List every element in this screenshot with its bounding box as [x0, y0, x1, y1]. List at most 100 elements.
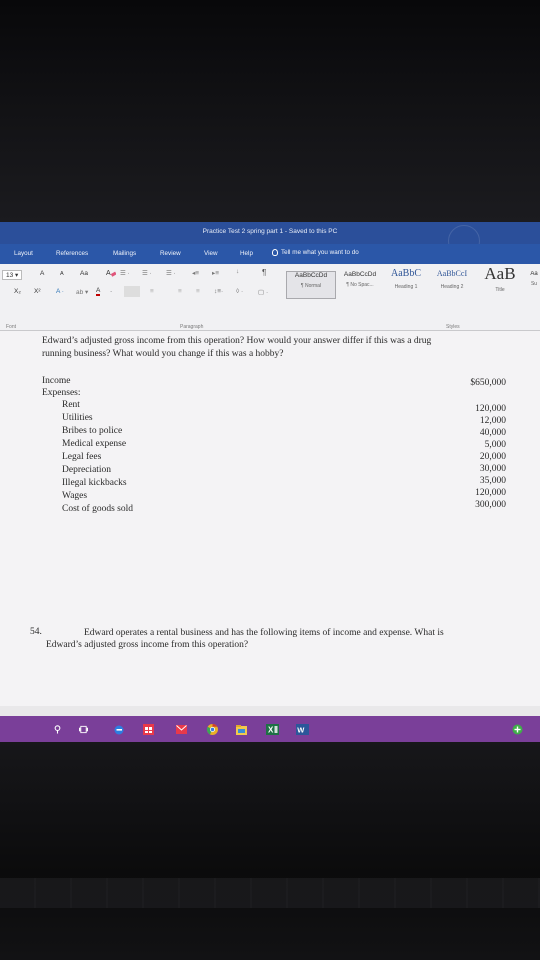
borders-icon[interactable]: ▢ ·: [258, 288, 268, 296]
subscript-button[interactable]: X₂: [14, 288, 21, 295]
style-title-name: Title: [495, 287, 505, 293]
style-subtitle[interactable]: Aa Su: [526, 271, 540, 297]
show-formatting-icon[interactable]: ¶: [262, 268, 266, 277]
align-left-icon[interactable]: [124, 286, 140, 297]
background-top: [0, 0, 540, 222]
styles-group-label: Styles: [446, 324, 460, 330]
font-color-icon[interactable]: A: [96, 287, 101, 296]
expense-value: 120,000: [475, 404, 506, 414]
search-icon[interactable]: [53, 725, 62, 734]
document-page[interactable]: Edward’s adjusted gross income from this…: [0, 331, 540, 706]
numbering-icon[interactable]: ☰ ·: [142, 269, 152, 277]
expense-value: 5,000: [484, 440, 506, 450]
expense-value: 300,000: [475, 500, 506, 510]
change-case-button[interactable]: Aa: [80, 270, 88, 277]
style-title-sample: AaB: [484, 264, 516, 283]
tab-layout[interactable]: Layout: [14, 250, 33, 257]
expense-label: Bribes to police: [62, 426, 123, 436]
question-54-number: 54.: [30, 627, 42, 637]
income-value: $650,000: [470, 378, 506, 388]
income-label: Income: [42, 376, 71, 386]
expense-label: Wages: [62, 491, 88, 501]
bullets-icon[interactable]: ☰ ·: [120, 269, 130, 277]
task-view-icon[interactable]: [78, 725, 89, 734]
expense-value: 30,000: [479, 464, 506, 474]
expense-label: Utilities: [62, 413, 93, 423]
justify-icon[interactable]: ≡: [196, 288, 200, 295]
edge-icon[interactable]: [114, 725, 124, 735]
tab-references[interactable]: References: [56, 250, 88, 257]
tell-me-box[interactable]: Tell me what you want to do: [272, 249, 359, 256]
chrome-icon[interactable]: [207, 724, 218, 735]
taskbar: X W: [0, 716, 540, 742]
line-spacing-icon[interactable]: ↕≡·: [214, 288, 223, 295]
background-bottom: [0, 742, 540, 960]
excel-icon[interactable]: X: [266, 724, 279, 735]
tell-me-placeholder: Tell me what you want to do: [281, 249, 359, 256]
align-right-icon[interactable]: ≡: [178, 288, 182, 295]
expense-label: Rent: [62, 400, 80, 410]
highlight-icon[interactable]: ab ▾: [76, 288, 88, 296]
superscript-button[interactable]: X²: [34, 288, 41, 295]
style-heading-2[interactable]: AaBbCcI Heading 2: [430, 269, 474, 295]
expense-label: Legal fees: [62, 452, 102, 462]
style-normal[interactable]: AaBbCcDd ¶ Normal: [286, 271, 336, 299]
style-heading-1[interactable]: AaBbC Heading 1: [384, 268, 428, 294]
tab-view[interactable]: View: [204, 250, 218, 257]
style-heading-2-name: Heading 2: [440, 284, 464, 290]
expense-label: Medical expense: [62, 439, 127, 449]
grow-font-button[interactable]: A: [40, 270, 44, 277]
shading-icon[interactable]: ◊ ·: [236, 288, 243, 295]
style-title[interactable]: AaB Title: [478, 264, 522, 293]
font-size-select[interactable]: 13 ▾: [2, 270, 23, 280]
style-heading-2-sample: AaBbCcI: [436, 269, 468, 278]
multilevel-list-icon[interactable]: ☰ ·: [166, 269, 176, 277]
question-54-line-1: Edward operates a rental business and ha…: [84, 628, 444, 638]
align-center-icon[interactable]: ≡: [150, 288, 154, 295]
expense-label: Depreciation: [62, 465, 112, 475]
font-group-label: Font: [6, 324, 17, 330]
expense-value: 12,000: [479, 416, 506, 426]
svg-text:X: X: [268, 726, 274, 735]
expense-value: 40,000: [479, 428, 506, 438]
question-line-1: Edward’s adjusted gross income from this…: [42, 336, 432, 346]
tab-review[interactable]: Review: [160, 250, 181, 257]
text-effects-icon[interactable]: A ·: [56, 288, 64, 295]
font-color-dropdown-icon[interactable]: ·: [110, 288, 112, 295]
tab-mailings[interactable]: Mailings: [113, 250, 136, 257]
shrink-font-button[interactable]: A: [60, 271, 64, 277]
style-subtitle-sample: Aa: [530, 271, 538, 277]
ribbon: 13 ▾ A A Aa A ☰ · ☰ · ☰ · ◂≡ ▸≡ ↓ ¶ X₂ X…: [0, 264, 540, 331]
question-54-line-2: Edward’s adjusted gross income from this…: [46, 640, 249, 650]
word-icon[interactable]: W: [296, 724, 309, 735]
title-bar: Practice Test 2 spring part 1 - Saved to…: [0, 222, 540, 257]
style-heading-1-name: Heading 1: [394, 284, 418, 290]
sort-icon[interactable]: ↓: [236, 268, 239, 275]
mail-icon[interactable]: [176, 725, 187, 734]
style-normal-sample: AaBbCcDd: [294, 272, 328, 279]
add-icon[interactable]: [512, 724, 523, 735]
paragraph-group-label: Paragraph: [180, 324, 204, 330]
clear-formatting-icon[interactable]: A: [106, 268, 117, 277]
style-no-spacing-sample: AaBbCcDd: [343, 271, 377, 278]
svg-text:A: A: [106, 270, 111, 277]
style-heading-1-sample: AaBbC: [391, 268, 421, 279]
style-no-spacing-name: ¶ No Spac...: [346, 282, 374, 288]
lightbulb-icon: [272, 249, 278, 256]
expense-label: Illegal kickbacks: [62, 478, 127, 488]
expense-value: 120,000: [475, 488, 506, 498]
style-no-spacing[interactable]: AaBbCcDd ¶ No Spac...: [336, 271, 384, 297]
expense-value: 35,000: [479, 476, 506, 486]
expense-label: Cost of goods sold: [62, 504, 133, 514]
tab-help[interactable]: Help: [240, 250, 253, 257]
expense-value: 20,000: [479, 452, 506, 462]
font-size-value: 13: [6, 272, 14, 279]
increase-indent-icon[interactable]: ▸≡: [212, 269, 219, 277]
decrease-indent-icon[interactable]: ◂≡: [192, 269, 199, 277]
style-normal-name: ¶ Normal: [300, 283, 322, 289]
keyboard-edge: [0, 878, 540, 908]
style-subtitle-name: Su: [530, 281, 538, 287]
store-icon[interactable]: [143, 724, 154, 735]
question-line-2: running business? What would you change …: [42, 349, 284, 359]
file-explorer-icon[interactable]: [236, 725, 247, 735]
